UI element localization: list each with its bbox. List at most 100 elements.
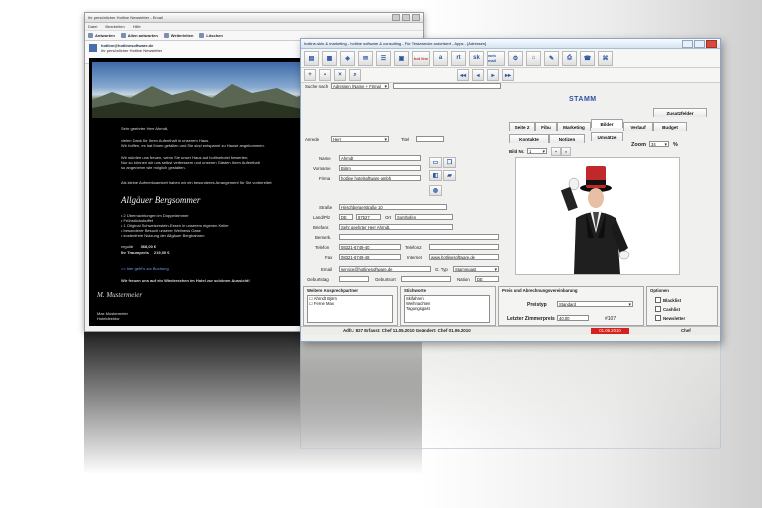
ort-label: Ort xyxy=(385,215,392,220)
telefon-input[interactable]: 08321-6749-40 xyxy=(339,244,401,250)
toolbar-button-rt[interactable]: rt xyxy=(451,50,466,66)
search-select[interactable]: Adressen (Name + Firma) xyxy=(331,83,389,89)
toolbar-button[interactable]: ☰ xyxy=(376,50,391,66)
cashlist-checkbox[interactable]: Cashlist xyxy=(655,306,680,312)
delete-button[interactable]: × xyxy=(334,69,346,81)
ort-input[interactable]: Sonthofen xyxy=(395,214,453,220)
next-record-button[interactable]: ▸ xyxy=(487,69,499,81)
bemerkung-input[interactable] xyxy=(339,234,499,240)
strasse-input[interactable]: Hirschbergerstraße 10 xyxy=(339,204,447,210)
offer-title: Allgäuer Bergsommer xyxy=(121,195,201,205)
toolbar-button[interactable]: ▣ xyxy=(394,50,409,66)
new-record-button[interactable]: + xyxy=(304,69,316,81)
forward-button[interactable]: Weiterleiten xyxy=(163,33,193,38)
land-input[interactable]: DE xyxy=(339,214,353,220)
reply-button[interactable]: Antworten xyxy=(88,33,115,38)
image-delete-icon[interactable]: × xyxy=(561,147,571,156)
preistyp-select[interactable]: Standard xyxy=(557,301,633,307)
list-item[interactable]: Tagungsgast xyxy=(406,306,488,311)
letzter-zimmerpreis-input[interactable]: 40,00 xyxy=(557,315,589,321)
email-input[interactable]: service@hotlinesoftware.de xyxy=(339,266,431,272)
image-add-icon[interactable]: + xyxy=(551,147,561,156)
email-label: Email xyxy=(321,267,332,272)
folder-icon[interactable]: ▰ xyxy=(443,170,456,181)
briefanrede-input[interactable]: Sehr geehrter Herr Ahrndt, xyxy=(339,224,453,230)
ansprechpartner-list[interactable]: ☐ Ahrndt Björn ☐ Ferne Max xyxy=(307,295,393,323)
toolbar-button[interactable]: ✉ xyxy=(358,50,373,66)
toolbar-button[interactable]: ⌂ xyxy=(526,50,541,66)
toolbar-button[interactable]: ⎙ xyxy=(562,50,577,66)
tab-zusatzfelder[interactable]: Zusatzfelder xyxy=(653,108,707,117)
tab-marketing[interactable]: Marketing xyxy=(557,122,591,131)
list-item[interactable]: ☐ Ferne Max xyxy=(309,301,391,306)
prev-record-button[interactable]: ◂ xyxy=(472,69,484,81)
firma-input[interactable]: hotline hotelsoftware gmbh xyxy=(339,175,421,181)
geburtsort-input[interactable] xyxy=(401,276,451,282)
tab-kontakte[interactable]: Kontakte xyxy=(509,134,549,143)
tab-verlauf[interactable]: Verlauf xyxy=(623,122,653,131)
toolbar-button[interactable]: ⌘ xyxy=(598,50,613,66)
current-user: Chef xyxy=(681,328,691,333)
menu-help[interactable]: Hilfe xyxy=(133,24,141,29)
telefon2-input[interactable] xyxy=(429,244,499,250)
search-input[interactable] xyxy=(393,83,501,89)
toolbar-button-sk[interactable]: sk xyxy=(469,50,484,66)
toolbar-button[interactable]: ☎ xyxy=(580,50,595,66)
tab-budget[interactable]: Budget xyxy=(653,122,687,131)
toolbar-button[interactable]: ◈ xyxy=(340,50,355,66)
hotline-button[interactable]: hot line xyxy=(412,50,430,66)
webmail-button[interactable]: web mail xyxy=(487,50,505,66)
internet-input[interactable]: www.hotlinesoftware.de xyxy=(429,254,499,260)
save-button[interactable]: ▪ xyxy=(319,69,331,81)
name-input[interactable]: Ahrndt xyxy=(339,155,421,161)
tab-bilder[interactable]: Bilder xyxy=(591,119,623,128)
card-icon[interactable]: ▭ xyxy=(429,157,442,168)
titel-input[interactable] xyxy=(416,136,444,142)
toolbar-button[interactable]: ▤ xyxy=(304,50,319,66)
telefon2-label: Telefon2 xyxy=(405,245,422,250)
copy-icon[interactable]: ❐ xyxy=(443,157,456,168)
weitere-title: Weitere Ansprechpartner xyxy=(307,288,359,293)
signer-role: Hoteldirektor xyxy=(97,316,120,321)
newsletter-checkbox[interactable]: Newsletter xyxy=(655,315,685,321)
vcard-icon[interactable]: ◧ xyxy=(429,170,442,181)
trash-icon xyxy=(199,33,205,38)
toolbar-button-a[interactable]: a xyxy=(433,50,448,66)
tab-fibu[interactable]: Fibu xyxy=(535,122,557,131)
blacklist-checkbox[interactable]: Blacklist xyxy=(655,297,681,303)
delete-button[interactable]: Löschen xyxy=(199,33,223,38)
bild-nr-select[interactable]: 1 xyxy=(527,148,547,154)
reply-all-button[interactable]: Allen antworten xyxy=(120,33,158,38)
toolbar-button[interactable]: ✎ xyxy=(544,50,559,66)
last-record-button[interactable]: ▸▸ xyxy=(502,69,514,81)
menu-file[interactable]: Datei xyxy=(88,24,97,29)
close-button[interactable] xyxy=(706,39,717,48)
tab-seite2[interactable]: Seite 2 xyxy=(509,122,535,131)
maximize-button[interactable] xyxy=(694,39,705,48)
tab-notizen[interactable]: Notizen xyxy=(549,134,585,143)
anrede-select[interactable]: Herr xyxy=(331,136,389,142)
tab-umsaetze[interactable]: Umsätze xyxy=(591,132,623,141)
search-button[interactable]: ⌕ xyxy=(349,69,361,81)
plz-input[interactable]: 87527 xyxy=(356,214,381,220)
globe-icon[interactable]: ◍ xyxy=(429,185,442,196)
geburtstag-input[interactable] xyxy=(339,276,369,282)
gtyp-label: G. Typ xyxy=(435,267,448,272)
toolbar-button[interactable]: ⚙ xyxy=(508,50,523,66)
maximize-button[interactable] xyxy=(402,14,410,21)
close-button[interactable] xyxy=(412,14,420,21)
price-number: #107 xyxy=(605,316,617,322)
booking-link[interactable]: >> hier geht's zur Buchung xyxy=(121,266,169,271)
minimize-button[interactable] xyxy=(682,39,693,48)
stichworte-list[interactable]: Skifahren Weihnachten Tagungsgast xyxy=(404,295,490,323)
menu-edit[interactable]: Bearbeiten xyxy=(105,24,124,29)
zoom-select[interactable]: 34 xyxy=(649,141,669,147)
forward-icon xyxy=(163,33,169,38)
vorname-input[interactable]: Björn xyxy=(339,165,421,171)
fax-input[interactable]: 08321-6749-48 xyxy=(339,254,401,260)
first-record-button[interactable]: ◂◂ xyxy=(457,69,469,81)
minimize-button[interactable] xyxy=(392,14,400,21)
toolbar-button[interactable]: ▦ xyxy=(322,50,337,66)
gtyp-select[interactable]: Stammgast xyxy=(453,266,499,272)
nation-input[interactable]: DE xyxy=(475,276,499,282)
